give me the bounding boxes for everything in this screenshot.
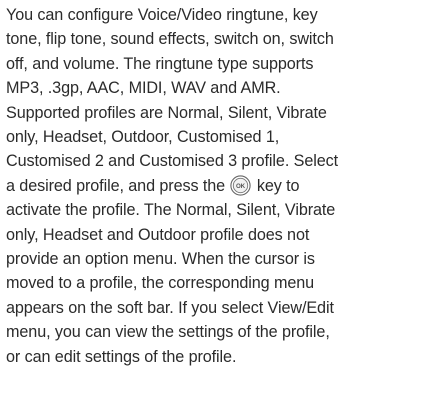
text-line-with-key: a desired profile, and press the OK key … [6, 174, 430, 198]
text-line: MP3, .3gp, AAC, MIDI, WAV and AMR. [6, 79, 281, 98]
text-line: tone, flip tone, sound effects, switch o… [6, 30, 334, 49]
text-line: You can configure Voice/Video ringtune, … [6, 6, 318, 24]
text-line: only, Headset, Outdoor, Customised 1, [6, 128, 280, 147]
text-segment: key to [252, 176, 300, 195]
document-body: You can configure Voice/Video ringtune, … [6, 3, 430, 369]
text-line: activate the profile. The Normal, Silent… [6, 201, 336, 220]
text-line: menu, you can view the settings of the p… [6, 323, 330, 342]
ok-key-icon: OK [230, 175, 252, 196]
text-line: appears on the soft bar. If you select V… [6, 298, 334, 317]
text-line: moved to a profile, the corresponding me… [6, 274, 315, 293]
text-line: off, and volume. The ringtune type suppo… [6, 54, 314, 73]
text-line: provide an option menu. When the cursor … [6, 250, 315, 269]
text-line: or can edit settings of the profile. [6, 347, 237, 366]
text-segment: a desired profile, and press the [6, 176, 230, 195]
text-line: only, Headset and Outdoor profile does n… [6, 225, 310, 244]
text-line: Supported profiles are Normal, Silent, V… [6, 103, 327, 122]
text-line: Customised 2 and Customised 3 profile. S… [6, 152, 339, 171]
ok-key-label: OK [236, 183, 246, 190]
